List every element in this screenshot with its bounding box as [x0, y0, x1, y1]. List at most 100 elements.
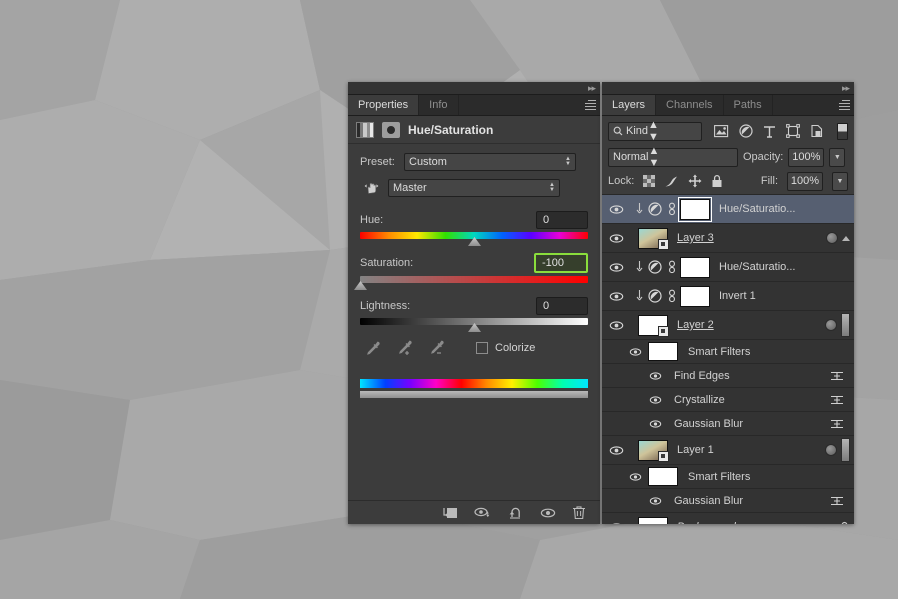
filter-smart-object-icon[interactable]	[810, 124, 824, 138]
layer-visibility-toggle[interactable]	[602, 291, 630, 302]
opacity-stepper[interactable]: ▼	[829, 147, 846, 167]
layer-link-icon[interactable]	[664, 260, 680, 274]
layer-link-icon[interactable]	[664, 289, 680, 303]
list-item[interactable]: Gaussian Blur	[602, 412, 854, 436]
saturation-slider-track[interactable]	[354, 276, 588, 290]
filter-name[interactable]: Crystallize	[674, 394, 725, 406]
fill-stepper[interactable]: ▼	[832, 171, 848, 191]
list-item[interactable]: Smart Filters	[602, 465, 854, 489]
filter-enable-toggle[interactable]	[837, 122, 848, 140]
hue-saturation-adjustment-icon[interactable]	[646, 260, 664, 274]
hue-value-input[interactable]: 0	[536, 211, 588, 229]
layer-visibility-toggle[interactable]	[602, 445, 630, 456]
tab-channels[interactable]: Channels	[656, 95, 724, 115]
smart-filters-mask-thumbnail[interactable]	[648, 342, 678, 361]
layer-visibility-toggle[interactable]	[602, 233, 630, 244]
clip-to-layer-icon[interactable]	[441, 506, 458, 520]
preset-select[interactable]: Custom ▲ ▼	[404, 153, 576, 171]
lock-position-icon[interactable]	[688, 174, 702, 188]
filter-shape-icon[interactable]	[786, 124, 800, 138]
toggle-visibility-icon[interactable]	[540, 507, 556, 519]
filter-visibility-toggle[interactable]	[602, 395, 668, 405]
layer-name[interactable]: Hue/Saturatio...	[719, 203, 795, 215]
blend-mode-select[interactable]: Normal ▲ ▼	[608, 145, 738, 169]
lock-all-icon[interactable]	[711, 174, 723, 188]
layer-name[interactable]: Layer 1	[677, 444, 714, 456]
tab-info[interactable]: Info	[419, 95, 459, 115]
filter-blend-options-icon[interactable]	[830, 495, 854, 507]
smart-filters-mask-thumbnail[interactable]	[648, 467, 678, 486]
lightness-slider-thumb[interactable]	[468, 323, 481, 332]
view-previous-state-icon[interactable]	[474, 506, 492, 520]
table-row[interactable]: Background	[602, 513, 854, 524]
smart-filters-visibility-toggle[interactable]	[602, 472, 648, 482]
layer-mask-thumbnail[interactable]	[680, 256, 710, 278]
list-item[interactable]: Gaussian Blur	[602, 489, 854, 513]
layer-effects-icon[interactable]	[826, 232, 838, 244]
properties-collapse-strip[interactable]: ▸▸	[348, 82, 600, 95]
layer-name[interactable]: Background	[677, 521, 736, 524]
layer-thumbnail[interactable]	[638, 227, 669, 250]
layers-scrollbar-thumb[interactable]	[841, 438, 850, 462]
lock-transparency-icon[interactable]	[643, 175, 656, 187]
layer-thumbnail[interactable]	[638, 516, 668, 524]
colorize-checkbox[interactable]	[476, 342, 488, 354]
list-item[interactable]: Find Edges	[602, 364, 854, 388]
saturation-value-input[interactable]: -100	[534, 253, 588, 273]
layers-collapse-strip[interactable]: ▸▸	[602, 82, 854, 95]
color-range-bar[interactable]	[360, 391, 588, 398]
table-row[interactable]: Layer 3	[602, 224, 854, 253]
layer-name[interactable]: Layer 3	[677, 232, 714, 244]
opacity-value-input[interactable]: 100%	[788, 147, 825, 167]
double-arrow-collapse-icon[interactable]: ▸▸	[842, 83, 850, 93]
double-arrow-collapse-icon[interactable]: ▸▸	[588, 83, 596, 93]
layer-effects-icon[interactable]	[825, 444, 837, 456]
filter-name[interactable]: Gaussian Blur	[674, 495, 743, 507]
filter-blend-options-icon[interactable]	[830, 418, 854, 430]
layer-name[interactable]: Invert 1	[719, 290, 756, 302]
channel-select[interactable]: Master ▲ ▼	[388, 179, 560, 197]
table-row[interactable]: Hue/Saturatio...	[602, 253, 854, 282]
list-item[interactable]: Smart Filters	[602, 340, 854, 364]
properties-panel-menu-button[interactable]	[580, 95, 600, 115]
layers-panel-menu-button[interactable]	[834, 95, 854, 115]
filter-visibility-toggle[interactable]	[602, 496, 668, 506]
table-row[interactable]: Layer 2	[602, 311, 854, 340]
reset-icon[interactable]	[508, 506, 524, 520]
filter-name[interactable]: Find Edges	[674, 370, 730, 382]
tab-layers[interactable]: Layers	[602, 95, 657, 115]
layer-visibility-toggle[interactable]	[602, 522, 630, 524]
hue-slider-track[interactable]	[360, 232, 588, 246]
table-row[interactable]: Layer 1	[602, 436, 854, 465]
tab-paths[interactable]: Paths	[723, 95, 773, 115]
lock-image-icon[interactable]	[664, 175, 679, 188]
table-row[interactable]: Hue/Saturatio...	[602, 195, 854, 224]
layer-thumbnail[interactable]	[638, 439, 669, 462]
layer-visibility-toggle[interactable]	[602, 320, 630, 331]
eyedropper-icon[interactable]	[364, 339, 382, 357]
layers-list[interactable]: Hue/Saturatio... Layer 3 Hue/Saturatio..…	[602, 194, 854, 524]
saturation-slider-thumb[interactable]	[354, 281, 367, 290]
on-image-adjustment-hand-icon[interactable]	[360, 180, 382, 197]
filter-kind-select[interactable]: Kind ▲ ▼	[608, 119, 702, 143]
tab-properties[interactable]: Properties	[348, 95, 420, 115]
eyedropper-add-icon[interactable]	[396, 339, 414, 357]
list-item[interactable]: Crystallize	[602, 388, 854, 412]
lightness-value-input[interactable]: 0	[536, 297, 588, 315]
filter-pixel-icon[interactable]	[714, 124, 729, 138]
filter-type-icon[interactable]	[763, 125, 776, 138]
layer-effects-icon[interactable]	[825, 319, 837, 331]
colorize-row[interactable]: Colorize	[476, 342, 535, 354]
invert-adjustment-icon[interactable]	[646, 289, 664, 303]
layers-scrollbar-thumb[interactable]	[841, 313, 850, 337]
filter-adjustment-icon[interactable]	[739, 124, 753, 138]
delete-icon[interactable]	[572, 505, 586, 520]
filter-blend-options-icon[interactable]	[830, 394, 854, 406]
filter-name[interactable]: Gaussian Blur	[674, 418, 743, 430]
fill-value-input[interactable]: 100%	[787, 171, 823, 191]
filter-blend-options-icon[interactable]	[830, 370, 854, 382]
layer-link-icon[interactable]	[664, 202, 680, 216]
chevron-down-icon[interactable]	[842, 235, 850, 241]
lightness-slider-track[interactable]	[360, 318, 588, 332]
smart-filters-visibility-toggle[interactable]	[602, 347, 648, 357]
